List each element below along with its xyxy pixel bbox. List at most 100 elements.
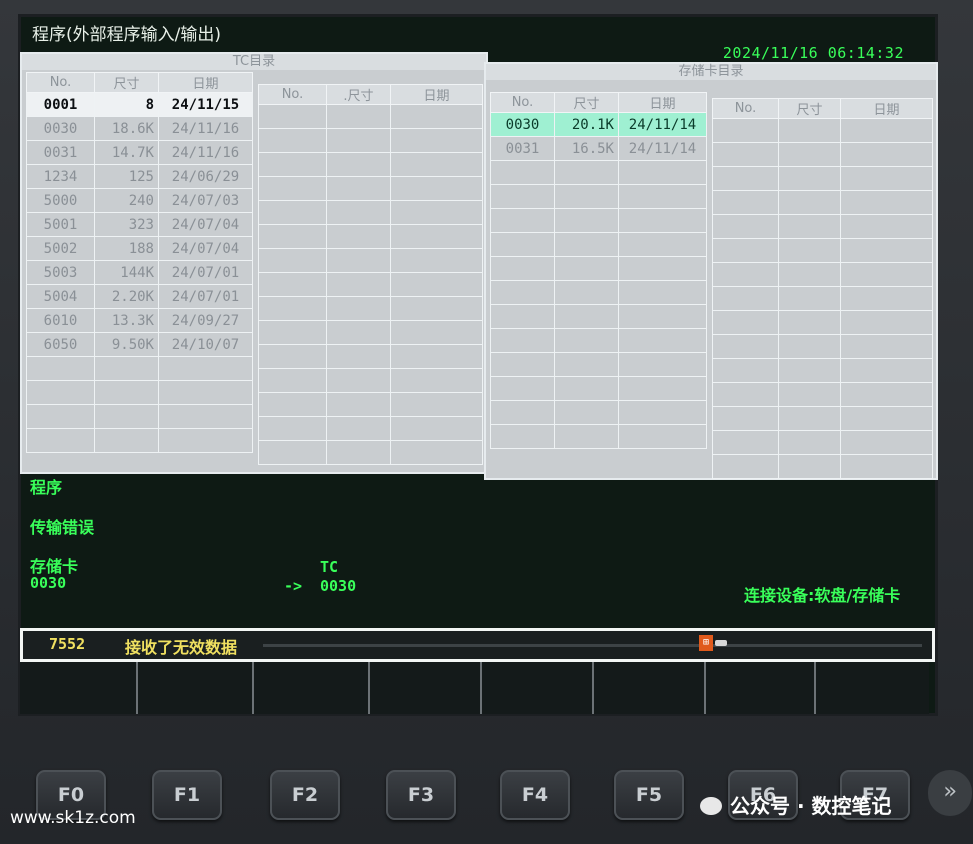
table-row[interactable] <box>258 224 483 249</box>
table-row[interactable] <box>258 272 483 297</box>
softkey-6[interactable] <box>594 662 706 714</box>
table-row[interactable]: 6050 9.50K 24/10/07 <box>26 332 253 357</box>
cell-size <box>326 440 391 465</box>
cell-no <box>712 142 779 167</box>
table-row[interactable] <box>490 208 707 233</box>
cell-no <box>712 286 779 311</box>
table-row[interactable] <box>712 334 933 359</box>
table-row[interactable] <box>712 118 933 143</box>
table-row[interactable] <box>258 416 483 441</box>
softkey-1[interactable] <box>20 662 138 714</box>
table-row[interactable]: 0001 8 24/11/15 <box>26 92 253 117</box>
table-row[interactable] <box>490 352 707 377</box>
col-date: 日期 <box>158 72 253 93</box>
tc-table-left: No. 尺寸 日期 0001 8 24/11/15 0030 18.6K 24/11/16… <box>26 72 253 453</box>
table-row[interactable] <box>258 344 483 369</box>
f5-key[interactable]: F5 <box>614 770 684 820</box>
table-row[interactable] <box>258 104 483 129</box>
cell-size <box>778 334 841 359</box>
table-row[interactable]: 5004 2.20K 24/07/01 <box>26 284 253 309</box>
table-row[interactable] <box>712 286 933 311</box>
next-page-button[interactable]: » <box>928 770 972 816</box>
table-row[interactable] <box>712 190 933 215</box>
cell-no: 5000 <box>26 188 95 213</box>
table-row[interactable] <box>258 152 483 177</box>
col-size: .尺寸 <box>326 84 391 105</box>
softkey-4[interactable] <box>370 662 482 714</box>
cell-date: 24/07/03 <box>158 188 253 213</box>
table-row[interactable] <box>26 404 253 429</box>
table-row[interactable]: 6010 13.3K 24/09/27 <box>26 308 253 333</box>
table-row[interactable] <box>490 304 707 329</box>
softkey-8[interactable] <box>816 662 929 714</box>
col-no: No. <box>258 84 327 105</box>
table-row[interactable] <box>490 256 707 281</box>
table-row[interactable]: 0031 14.7K 24/11/16 <box>26 140 253 165</box>
table-row[interactable]: 5002 188 24/07/04 <box>26 236 253 261</box>
softkey-bar <box>20 662 931 714</box>
alarm-divider <box>263 644 922 647</box>
cell-date <box>618 352 707 377</box>
cell-date <box>840 142 933 167</box>
table-row[interactable] <box>712 430 933 455</box>
table-row[interactable]: 0030 20.1K 24/11/14 <box>490 112 707 137</box>
table-row[interactable] <box>490 160 707 185</box>
source-program-no: 0030 <box>30 574 67 592</box>
cell-date <box>618 424 707 449</box>
table-row[interactable] <box>490 400 707 425</box>
table-row[interactable]: 1234 125 24/06/29 <box>26 164 253 189</box>
cell-no <box>258 152 327 177</box>
table-row[interactable] <box>258 128 483 153</box>
table-row[interactable] <box>26 380 253 405</box>
softkey-3[interactable] <box>254 662 370 714</box>
table-row[interactable] <box>258 200 483 225</box>
softkey-7[interactable] <box>706 662 816 714</box>
table-row[interactable] <box>490 376 707 401</box>
table-row[interactable] <box>258 176 483 201</box>
table-row[interactable] <box>490 328 707 353</box>
softkey-5[interactable] <box>482 662 594 714</box>
table-row[interactable] <box>258 368 483 393</box>
col-date: 日期 <box>840 98 933 119</box>
cell-date: 24/09/27 <box>158 308 253 333</box>
table-row[interactable] <box>712 310 933 335</box>
f1-key[interactable]: F1 <box>152 770 222 820</box>
table-row[interactable] <box>712 358 933 383</box>
cell-no: 5004 <box>26 284 95 309</box>
table-row[interactable] <box>712 382 933 407</box>
f4-key[interactable]: F4 <box>500 770 570 820</box>
cell-no <box>258 200 327 225</box>
table-row[interactable] <box>490 184 707 209</box>
cell-date: 24/11/14 <box>618 136 707 161</box>
f2-key[interactable]: F2 <box>270 770 340 820</box>
cell-date <box>618 328 707 353</box>
table-row[interactable] <box>712 454 933 479</box>
cell-date: 24/07/04 <box>158 236 253 261</box>
cell-date <box>840 382 933 407</box>
table-row[interactable] <box>258 440 483 465</box>
table-row[interactable] <box>712 262 933 287</box>
table-row[interactable]: 5000 240 24/07/03 <box>26 188 253 213</box>
table-row[interactable]: 5001 323 24/07/04 <box>26 212 253 237</box>
softkey-2[interactable] <box>138 662 254 714</box>
table-row[interactable] <box>258 320 483 345</box>
cell-date <box>390 104 483 129</box>
f3-key[interactable]: F3 <box>386 770 456 820</box>
table-row[interactable] <box>712 166 933 191</box>
table-row[interactable] <box>258 296 483 321</box>
table-row[interactable]: 0031 16.5K 24/11/14 <box>490 136 707 161</box>
table-row[interactable] <box>258 392 483 417</box>
table-row[interactable] <box>26 356 253 381</box>
table-row[interactable] <box>258 248 483 273</box>
table-row[interactable] <box>26 428 253 453</box>
table-row[interactable] <box>490 280 707 305</box>
table-row[interactable]: 0030 18.6K 24/11/16 <box>26 116 253 141</box>
table-row[interactable]: 5003 144K 24/07/01 <box>26 260 253 285</box>
table-row[interactable] <box>490 424 707 449</box>
table-row[interactable] <box>712 142 933 167</box>
table-row[interactable] <box>712 406 933 431</box>
cell-no <box>258 104 327 129</box>
table-row[interactable] <box>712 214 933 239</box>
table-row[interactable] <box>490 232 707 257</box>
table-row[interactable] <box>712 238 933 263</box>
